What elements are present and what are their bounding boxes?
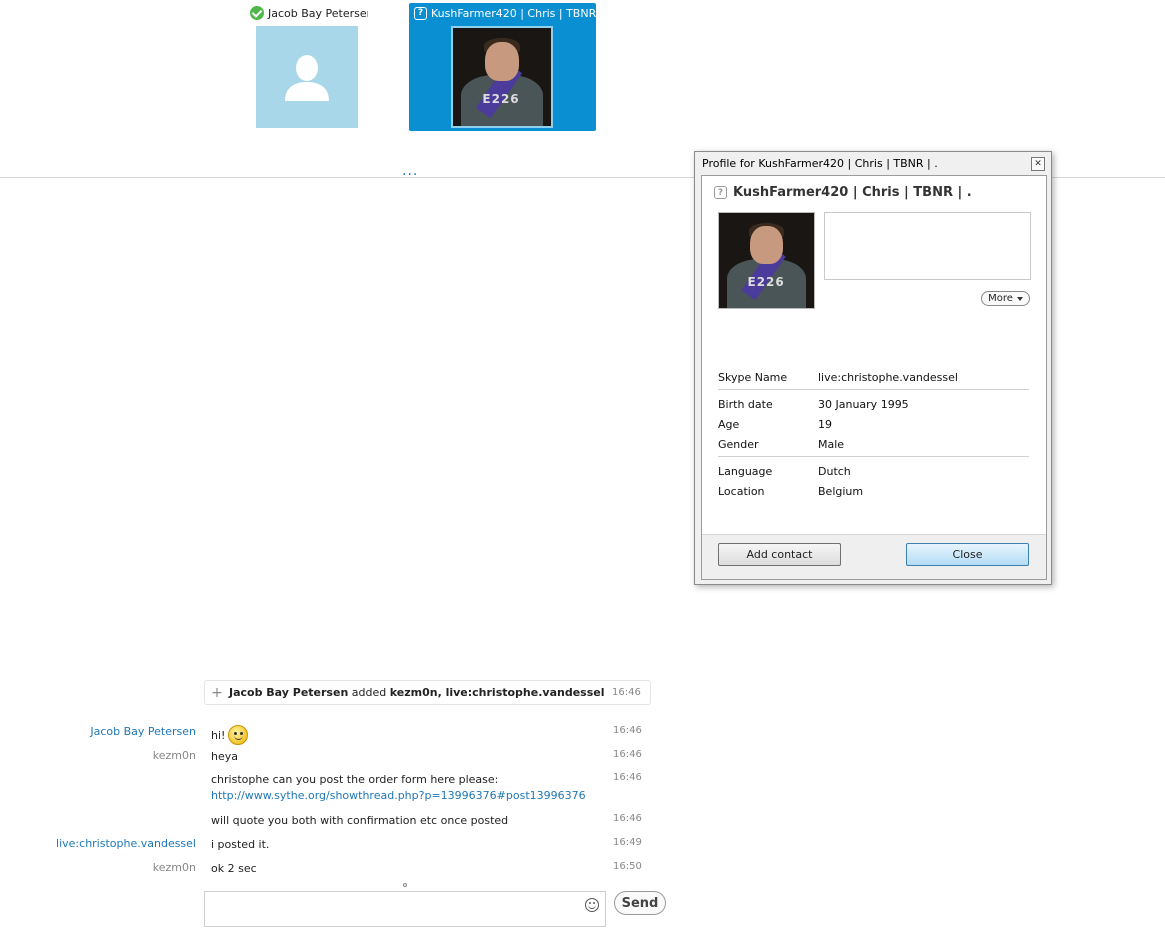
message-text: heya <box>211 750 238 763</box>
profile-display-name: KushFarmer420 | Chris | TBNR | . <box>733 185 972 200</box>
info-row-language: Language Dutch <box>718 461 1029 481</box>
info-row-location: Location Belgium <box>718 481 1029 501</box>
skype-unknown-status-icon: ? <box>414 6 427 20</box>
info-key: Language <box>718 464 773 478</box>
info-value: Dutch <box>818 464 851 478</box>
participant-name: KushFarmer420 | Chris | TBNR | . <box>431 6 596 20</box>
message-time: 16:49 <box>613 837 642 848</box>
profile-name-row: ? KushFarmer420 | Chris | TBNR | . <box>714 185 972 200</box>
dialog-title: Profile for KushFarmer420 | Chris | TBNR… <box>702 157 938 170</box>
info-value: live:christophe.vandessel <box>818 370 958 384</box>
message-text: i posted it. <box>211 838 270 851</box>
profile-info: Skype Name live:christophe.vandessel Bir… <box>718 367 1029 501</box>
info-divider <box>718 456 1029 457</box>
message-text: will quote you both with confirmation et… <box>211 814 509 827</box>
dialog-close-icon[interactable]: ✕ <box>1031 157 1045 171</box>
participant-photo: E226 <box>451 26 553 128</box>
info-key: Age <box>718 417 740 431</box>
message-text: hi! <box>211 729 226 742</box>
info-key: Skype Name <box>718 370 788 384</box>
message-sender[interactable]: kezm0n <box>153 749 196 762</box>
skype-unknown-status-icon: ? <box>714 186 727 199</box>
event-text: Jacob Bay Petersen added kezm0n, live:ch… <box>229 686 612 699</box>
message-time: 16:46 <box>613 725 642 736</box>
info-row-age: Age 19 <box>718 414 1029 434</box>
typing-indicator-icon <box>403 883 407 887</box>
info-value: 30 January 1995 <box>818 397 909 411</box>
chevron-down-icon <box>1016 296 1023 301</box>
person-silhouette-icon <box>285 55 329 101</box>
event-time: 16:46 <box>612 687 641 698</box>
event-verb: added <box>348 686 390 699</box>
message-time: 16:46 <box>613 813 642 824</box>
message-body: will quote you both with confirmation et… <box>211 813 601 829</box>
event-targets: kezm0n, live:christophe.vandessel <box>389 686 605 699</box>
profile-panel: ? KushFarmer420 | Chris | TBNR | . E226 … <box>701 175 1047 580</box>
send-button[interactable]: Send <box>614 891 666 915</box>
info-row-gender: Gender Male <box>718 434 1029 454</box>
info-key: Birth date <box>718 397 773 411</box>
emoticon-picker-icon[interactable] <box>585 898 599 912</box>
info-value: Belgium <box>818 484 864 498</box>
message-sender[interactable]: Jacob Bay Petersen <box>90 725 196 738</box>
event-actor: Jacob Bay Petersen <box>229 686 349 699</box>
photo-shirt-text: E226 <box>482 92 520 107</box>
message-text: christophe can you post the order form h… <box>211 773 499 786</box>
participant-name-row: Jacob Bay Petersen <box>248 3 368 23</box>
close-button[interactable]: Close <box>906 543 1029 566</box>
default-avatar-icon <box>256 26 358 128</box>
chat-event-added: + Jacob Bay Petersen added kezm0n, live:… <box>204 680 651 705</box>
message-text: ok 2 sec <box>211 862 257 875</box>
photo-shirt-text: E226 <box>747 275 785 289</box>
info-key: Location <box>718 484 765 498</box>
participant-jacob[interactable]: Jacob Bay Petersen <box>248 3 368 128</box>
info-row-birth-date: Birth date 30 January 1995 <box>718 394 1029 414</box>
online-check-icon <box>250 6 264 20</box>
message-sender[interactable]: live:christophe.vandessel <box>56 837 196 850</box>
message-body: hi! <box>211 725 601 745</box>
dialog-footer: Add contact Close <box>702 534 1046 579</box>
message-time: 16:46 <box>613 772 642 783</box>
profile-photo: E226 <box>718 212 815 309</box>
message-time: 16:46 <box>613 749 642 760</box>
message-sender[interactable]: kezm0n <box>153 861 196 874</box>
info-divider <box>718 389 1029 390</box>
info-value: 19 <box>818 417 832 431</box>
smile-emoticon-icon <box>228 725 249 745</box>
info-value: Male <box>818 437 845 451</box>
message-body: ok 2 sec <box>211 861 601 877</box>
message-time: 16:50 <box>613 861 642 872</box>
message-composer <box>204 891 606 927</box>
info-row-skype-name: Skype Name live:christophe.vandessel <box>718 367 1029 387</box>
info-key: Gender <box>718 437 759 451</box>
mood-message-box <box>824 212 1031 280</box>
message-input[interactable] <box>205 892 575 926</box>
participant-name-row: ? KushFarmer420 | Chris | TBNR | . <box>409 3 596 23</box>
message-body: christophe can you post the order form h… <box>211 772 601 804</box>
add-contact-button[interactable]: Add contact <box>718 543 841 566</box>
message-body: heya <box>211 749 601 765</box>
more-button-label: More <box>988 293 1013 304</box>
participant-kushfarmer[interactable]: ? KushFarmer420 | Chris | TBNR | . E226 <box>409 3 596 131</box>
participant-name: Jacob Bay Petersen <box>268 6 368 20</box>
message-body: i posted it. <box>211 837 601 853</box>
more-button[interactable]: More <box>981 291 1030 306</box>
message-link[interactable]: http://www.sythe.org/showthread.php?p=13… <box>211 788 601 804</box>
plus-icon: + <box>211 684 223 701</box>
profile-dialog: Profile for KushFarmer420 | Chris | TBNR… <box>694 151 1052 585</box>
